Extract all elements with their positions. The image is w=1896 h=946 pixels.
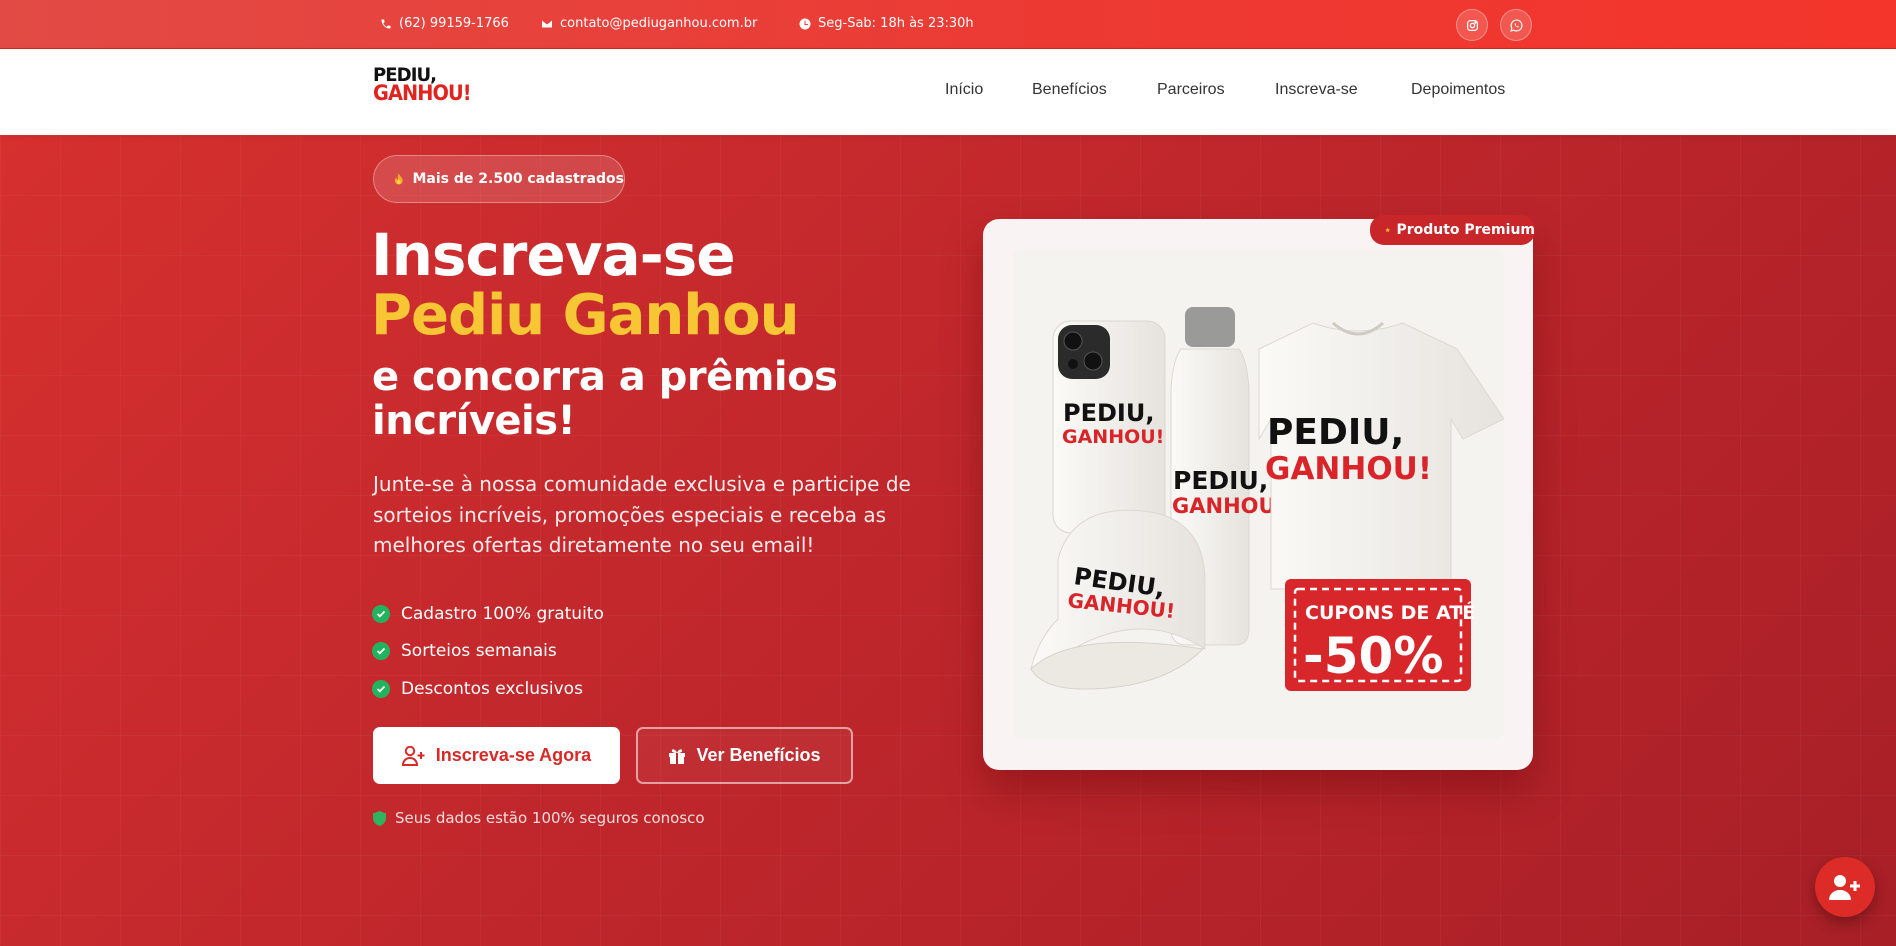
feature-text: Cadastro 100% gratuito xyxy=(401,603,604,624)
feature-item: Cadastro 100% gratuito xyxy=(372,595,604,633)
email-contact[interactable]: contato@pediuganhou.com.br xyxy=(541,16,757,31)
hours-text: Seg-Sab: 18h às 23:30h xyxy=(818,16,974,31)
whatsapp-icon xyxy=(1509,18,1523,32)
subscribe-now-label: Inscreva-se Agora xyxy=(435,745,592,765)
background-grid xyxy=(0,135,1896,946)
instagram-icon xyxy=(1466,19,1478,31)
feature-text: Sorteios semanais xyxy=(401,641,557,662)
user-plus-icon xyxy=(1829,875,1860,900)
see-benefits-label: Ver Benefícios xyxy=(696,745,821,765)
badge-text: Mais de 2.500 cadastrados xyxy=(412,171,625,187)
nav-inicio[interactable]: Início xyxy=(945,81,983,99)
security-note: Seus dados estão 100% seguros conosco xyxy=(373,809,705,827)
premium-text: Produto Premium xyxy=(1396,222,1535,238)
hero-description: Junte-se à nossa comunidade exclusiva e … xyxy=(373,472,911,557)
user-plus-icon xyxy=(401,745,425,766)
check-icon xyxy=(372,679,390,698)
see-benefits-button[interactable]: Ver Benefícios xyxy=(636,727,853,784)
premium-badge: Produto Premium xyxy=(1370,215,1535,245)
phone-text: (62) 99159-1766 xyxy=(399,16,509,31)
hero-section: Mais de 2.500 cadastrados Inscreva-se Pe… xyxy=(0,135,1896,946)
coupon-line2: -50% xyxy=(1303,627,1443,685)
phone-brand-line2: GANHOU! xyxy=(1062,426,1164,448)
check-icon xyxy=(372,642,390,661)
main-header: PEDIU, GANHOU! Início Benefícios Parceir… xyxy=(0,49,1896,135)
feature-item: Descontos exclusivos xyxy=(372,670,604,708)
bottle-brand-line1: PEDIU, xyxy=(1173,466,1268,495)
shirt-brand-line2: GANHOU! xyxy=(1265,451,1432,487)
merch-illustration: PEDIU, GANHOU! PEDIU, GANHOU! PEDIU, GAN… xyxy=(1030,307,1504,691)
nav-parceiros[interactable]: Parceiros xyxy=(1157,81,1225,99)
gift-icon xyxy=(669,748,686,764)
subscribe-now-button[interactable]: Inscreva-se Agora xyxy=(373,727,620,784)
feature-item: Sorteios semanais xyxy=(372,633,604,671)
clock-icon xyxy=(799,18,811,29)
top-contact-bar: (62) 99159-1766 contato@pediuganhou.com.… xyxy=(0,0,1896,49)
hero-title-highlight: Pediu Ganhou xyxy=(371,283,799,348)
hours-info: Seg-Sab: 18h às 23:30h xyxy=(799,16,974,31)
logo-line2: GANHOU! xyxy=(373,81,472,106)
instagram-button[interactable] xyxy=(1456,9,1488,41)
nav-depoimentos[interactable]: Depoimentos xyxy=(1411,81,1505,99)
feature-list: Cadastro 100% gratuito Sorteios semanais… xyxy=(372,595,604,708)
shield-icon xyxy=(373,810,386,826)
phone-contact[interactable]: (62) 99159-1766 xyxy=(380,16,509,31)
hero-title-line1: Inscreva-se xyxy=(371,221,736,289)
floating-subscribe-button[interactable] xyxy=(1815,857,1875,917)
envelope-icon xyxy=(542,20,552,27)
registrations-badge: Mais de 2.500 cadastrados xyxy=(373,155,625,203)
phone-brand-line1: PEDIU, xyxy=(1063,399,1154,427)
nav-beneficios[interactable]: Benefícios xyxy=(1032,81,1107,99)
product-image: PEDIU, GANHOU! PEDIU, GANHOU! PEDIU, GAN… xyxy=(1013,249,1504,739)
star-icon xyxy=(1385,227,1390,233)
shirt-brand-line1: PEDIU, xyxy=(1267,412,1404,453)
bottle-brand-line2: GANHOU! xyxy=(1172,494,1285,518)
email-text: contato@pediuganhou.com.br xyxy=(560,16,758,31)
whatsapp-button[interactable] xyxy=(1500,9,1532,41)
check-icon xyxy=(372,604,390,623)
hero-subtitle: e concorra a prêmios incríveis! xyxy=(372,354,838,444)
feature-text: Descontos exclusivos xyxy=(401,678,583,699)
flame-icon xyxy=(394,173,403,185)
security-text: Seus dados estão 100% seguros conosco xyxy=(395,809,705,827)
phone-icon xyxy=(381,19,391,28)
product-card: PEDIU, GANHOU! PEDIU, GANHOU! PEDIU, GAN… xyxy=(983,219,1533,770)
coupon-line1: CUPONS DE ATÉ xyxy=(1305,601,1475,624)
brand-logo[interactable]: PEDIU, GANHOU! xyxy=(373,65,483,117)
nav-inscreva-se[interactable]: Inscreva-se xyxy=(1275,81,1358,99)
